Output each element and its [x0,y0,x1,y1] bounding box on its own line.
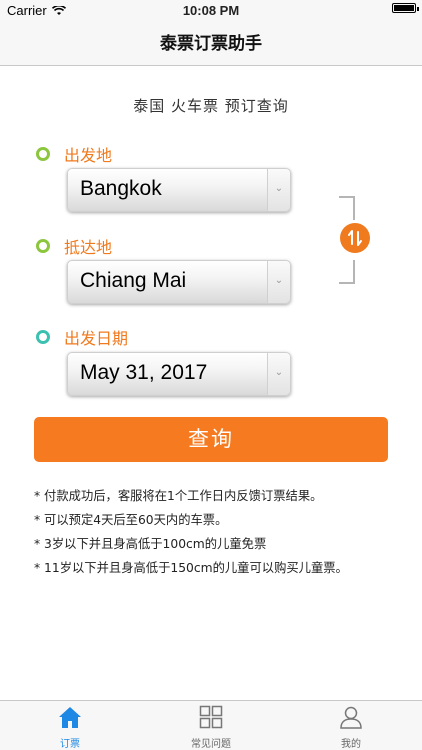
status-battery [392,3,419,13]
tab-booking[interactable]: 订票 [20,705,120,750]
status-time: 10:08 PM [182,3,240,18]
note-item: * 付款成功后，客服将在1个工作日内反馈订票结果。 [34,489,323,503]
grid-icon [199,705,223,729]
from-select[interactable]: Bangkok ⌄ [67,168,291,212]
tab-bar: 订票 常见问题 我的 [0,700,422,750]
chevron-down-icon: ⌄ [267,169,290,211]
date-select[interactable]: May 31, 2017 ⌄ [67,352,291,396]
battery-icon [392,3,419,13]
date-label: 出发日期 [64,329,129,348]
tab-mine[interactable]: 我的 [301,705,401,750]
query-button[interactable]: 查询 [34,417,388,462]
tab-faq[interactable]: 常见问题 [161,705,261,750]
chevron-down-icon: ⌄ [267,353,290,395]
battery-fill [394,5,414,11]
to-label-row: 抵达地 [36,234,112,258]
swap-arrows-icon [348,230,362,246]
tab-label: 常见问题 [191,739,231,750]
date-value: May 31, 2017 [80,361,208,384]
from-label-row: 出发地 [36,142,112,166]
teal-dot-icon [36,330,50,344]
from-label: 出发地 [64,146,113,165]
status-bar: Carrier 10:08 PM [0,0,422,22]
nav-bar: 泰票订票助手 [0,22,422,66]
green-dot-icon [36,147,50,161]
to-value: Chiang Mai [80,269,187,292]
swap-bracket-top [339,196,355,220]
home-icon [59,707,81,728]
person-icon [340,706,362,729]
swap-bracket-bottom [339,260,355,284]
note-item: * 11岁以下并且身高低于150cm的儿童可以购买儿童票。 [34,561,348,575]
tab-label: 我的 [341,739,361,750]
chevron-down-icon: ⌄ [267,261,290,303]
from-value: Bangkok [80,177,162,200]
green-dot-icon [36,239,50,253]
headline: 泰国 火车票 预订查询 [133,97,289,115]
page-title: 泰票订票助手 [160,34,262,54]
note-item: * 3岁以下并且身高低于100cm的儿童免票 [34,537,267,551]
to-select[interactable]: Chiang Mai ⌄ [67,260,291,304]
tab-label: 订票 [60,739,80,750]
date-label-row: 出发日期 [36,325,128,349]
note-item: * 可以预定4天后至60天内的车票。 [34,513,228,527]
swap-button[interactable] [340,223,370,253]
to-label: 抵达地 [64,238,113,257]
notes-list: * 付款成功后，客服将在1个工作日内反馈订票结果。 * 可以预定4天后至60天内… [34,484,414,580]
